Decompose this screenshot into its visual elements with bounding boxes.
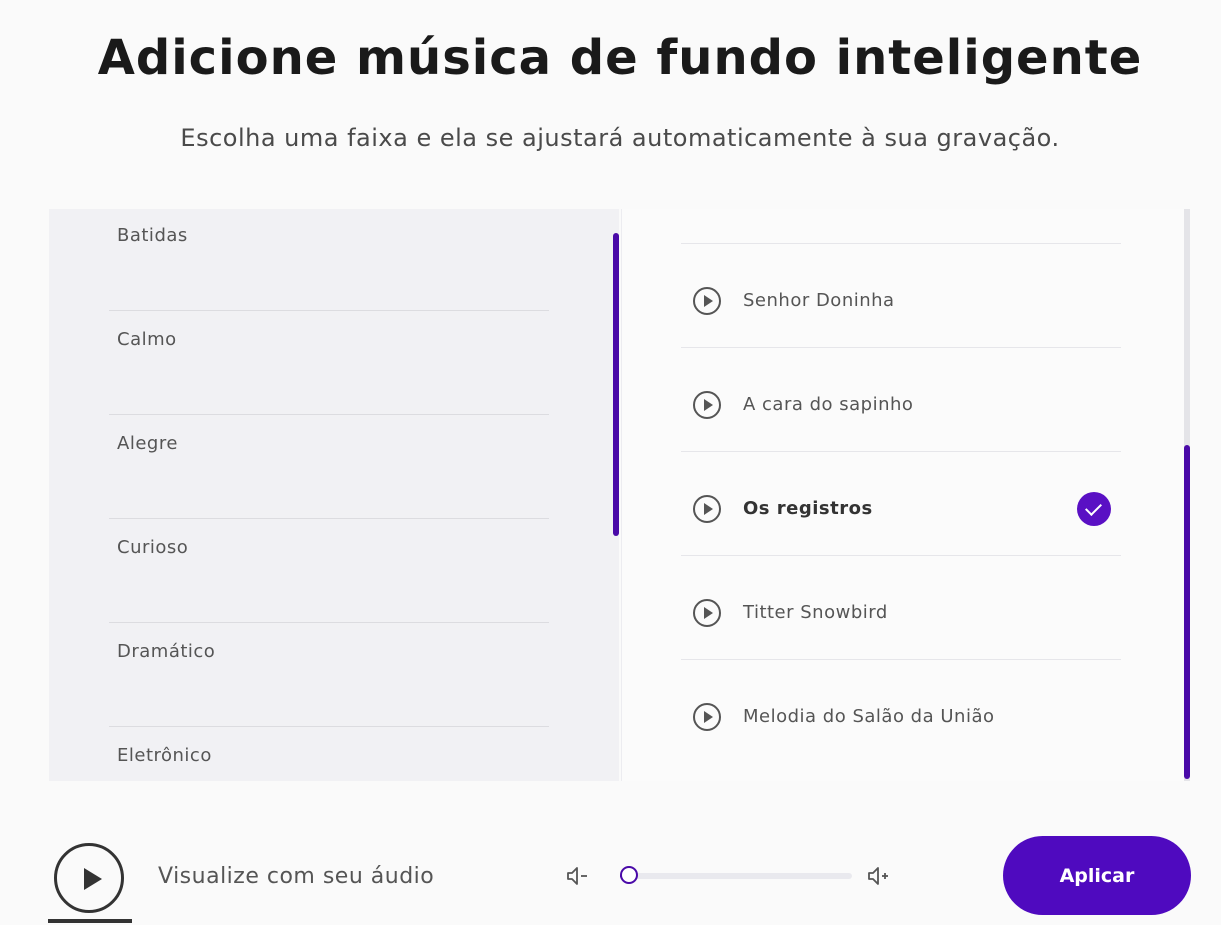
category-item-label: Curioso [117, 537, 189, 558]
volume-up-icon-graphic [868, 867, 888, 885]
play-circle-icon[interactable] [693, 703, 721, 731]
track-item-label: Titter Snowbird [743, 602, 888, 623]
volume-down-icon-graphic [567, 867, 587, 885]
track-list: Senhor Doninha A cara do sapinho Os regi… [621, 209, 1190, 781]
category-item-calmo[interactable]: Calmo [109, 311, 549, 415]
category-item-eletronico[interactable]: Eletrônico [109, 727, 549, 781]
volume-up-icon[interactable] [866, 864, 892, 888]
category-item-batidas[interactable]: Batidas [109, 209, 549, 311]
track-item-os-registros[interactable]: Os registros [681, 452, 1121, 556]
volume-down-icon[interactable] [565, 864, 591, 888]
preview-underline [48, 919, 132, 923]
apply-button[interactable]: Aplicar [1003, 836, 1191, 915]
category-item-label: Batidas [117, 225, 188, 246]
volume-slider-handle[interactable] [620, 866, 639, 884]
preview-play-button[interactable] [54, 843, 124, 913]
track-item-label: Melodia do Salão da União [743, 706, 995, 727]
track-item-label: Senhor Doninha [743, 290, 895, 311]
track-item-label: A cara do sapinho [743, 394, 914, 415]
track-item-titter-snowbird[interactable]: Titter Snowbird [681, 556, 1121, 660]
category-item-label: Alegre [117, 433, 178, 454]
page-subtitle: Escolha uma faixa e ela se ajustará auto… [180, 124, 1060, 152]
play-circle-icon[interactable] [693, 391, 721, 419]
category-item-label: Dramático [117, 641, 216, 662]
preview-label: Visualize com seu áudio [158, 864, 435, 889]
category-item-label: Calmo [117, 329, 177, 350]
track-item-a-cara-do-sapinho[interactable]: A cara do sapinho [681, 348, 1121, 452]
track-item-senhor-doninha[interactable]: Senhor Doninha [681, 244, 1121, 348]
check-circle-icon [1077, 492, 1111, 526]
play-circle-icon[interactable] [693, 599, 721, 627]
track-item-label: Os registros [743, 498, 873, 519]
category-item-curioso[interactable]: Curioso [109, 519, 549, 623]
play-circle-icon[interactable] [693, 287, 721, 315]
play-circle-icon[interactable] [693, 495, 721, 523]
category-scrollbar-thumb[interactable] [613, 233, 619, 536]
category-item-alegre[interactable]: Alegre [109, 415, 549, 519]
page-title: Adicione música de fundo inteligente [97, 30, 1143, 86]
volume-slider[interactable] [620, 873, 852, 879]
category-list: Batidas Calmo Alegre Curioso Dramático E… [49, 209, 613, 781]
track-scrollbar-thumb[interactable] [1184, 445, 1190, 779]
category-item-dramatico[interactable]: Dramático [109, 623, 549, 727]
track-item-melodia-do-salao-da-uniao[interactable]: Melodia do Salão da União [681, 660, 1121, 764]
category-item-label: Eletrônico [117, 745, 212, 766]
